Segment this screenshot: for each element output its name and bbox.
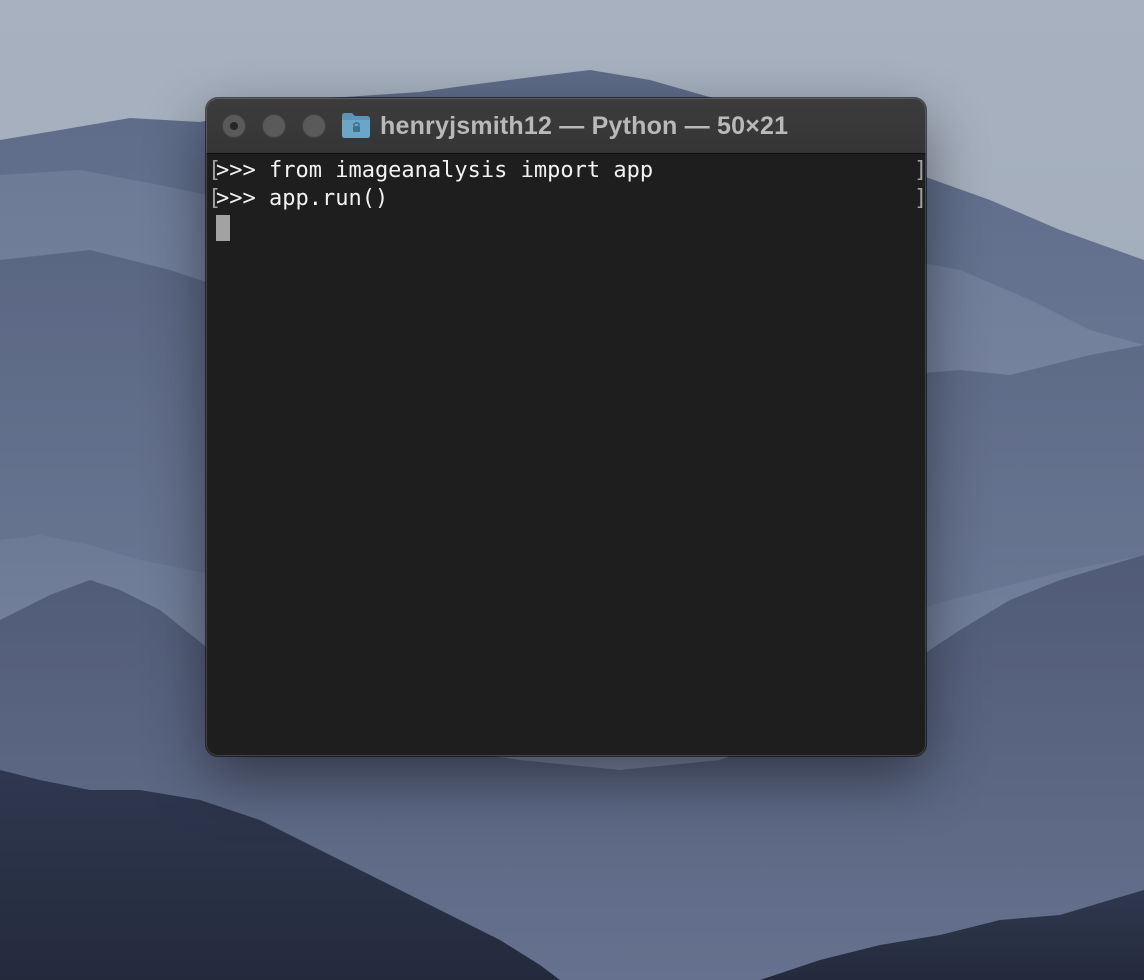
terminal-content[interactable]: [ >>> from imageanalysis import app ] [ …	[206, 154, 926, 756]
line-text: >>> from imageanalysis import app	[216, 158, 654, 183]
terminal-line: [ >>> from imageanalysis import app ]	[206, 157, 926, 185]
folder-icon	[342, 113, 370, 138]
text-cursor	[216, 215, 230, 241]
terminal-window[interactable]: henryjsmith12 — Python — 50×21 [ >>> fro…	[206, 98, 926, 756]
terminal-line: [ >>> app.run() ]	[206, 185, 926, 213]
line-text: >>> app.run()	[216, 186, 389, 211]
window-title: henryjsmith12 — Python — 50×21	[380, 112, 789, 140]
line-mark-close: ]	[914, 186, 926, 211]
title-bar[interactable]: henryjsmith12 — Python — 50×21	[206, 98, 926, 154]
zoom-button[interactable]	[302, 114, 326, 138]
minimize-button[interactable]	[262, 114, 286, 138]
close-button[interactable]	[222, 114, 246, 138]
line-mark-close: ]	[914, 158, 926, 183]
